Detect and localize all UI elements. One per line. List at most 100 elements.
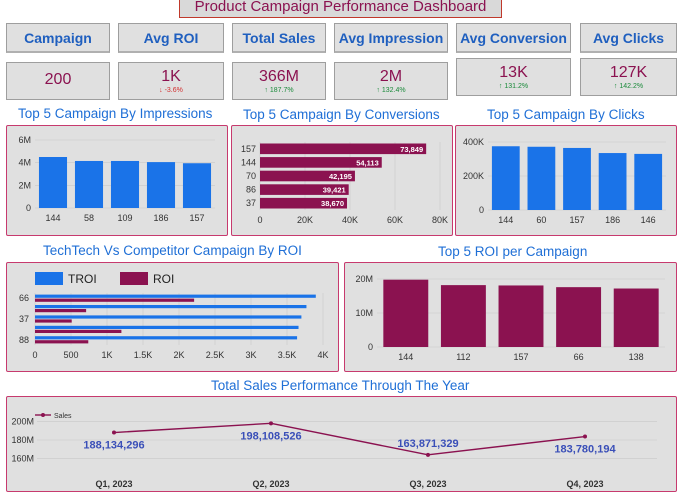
conversions-chart-title: Top 5 Campaign By Conversions bbox=[243, 107, 440, 122]
data-label: 198,108,526 bbox=[240, 430, 301, 442]
header-avg-roi: Avg ROI bbox=[118, 23, 224, 53]
sales-chart: 160M 180M 200M Sales 188,134,296 Q1, 2023 198,… bbox=[11, 413, 657, 489]
impressions-chart-panel: 0 2M 4M 6M 144 58 109 186 157 bbox=[6, 125, 228, 236]
bar bbox=[35, 336, 298, 340]
kpi-delta-value: 132.4% bbox=[381, 87, 406, 94]
x-tick-label: 144 bbox=[398, 352, 413, 362]
y-tick-label: 0 bbox=[26, 203, 31, 213]
x-tick-label: 1.5K bbox=[134, 350, 153, 360]
y-tick-label: 37 bbox=[19, 314, 29, 324]
series-line bbox=[113, 422, 586, 456]
x-tick-label: 157 bbox=[569, 215, 584, 225]
sales-chart-panel: 160M 180M 200M Sales 188,134,296 Q1, 2023 198,… bbox=[6, 396, 677, 492]
bar bbox=[491, 146, 520, 210]
header-campaign: Campaign bbox=[6, 23, 110, 53]
bar bbox=[35, 315, 302, 319]
clicks-chart-title: Top 5 Campaign By Clicks bbox=[487, 107, 645, 122]
competitor-chart: TROI ROI 0 500 1K 1.5K 2K 2.5K 3K 3.5K 4K 66 37 88 bbox=[19, 272, 329, 360]
x-tick-label: 40K bbox=[342, 215, 358, 225]
conversions-chart-panel: 0 20K 40K 60K 80K 157 73,849 144 54,113 70 42,195 8… bbox=[231, 125, 453, 236]
data-label: 163,871,329 bbox=[397, 438, 458, 450]
kpi-delta: ↑ 131.2% bbox=[498, 83, 529, 90]
bar bbox=[38, 157, 68, 208]
x-tick-label: 0 bbox=[257, 215, 262, 225]
kpi-value: 200 bbox=[44, 71, 72, 88]
legend-swatch bbox=[120, 272, 148, 285]
x-tick-label: 66 bbox=[574, 352, 584, 362]
legend-label: Sales bbox=[54, 413, 72, 420]
x-tick-label: 80K bbox=[432, 215, 448, 225]
kpi-delta-value: -3.6% bbox=[164, 87, 183, 94]
y-tick-label: 66 bbox=[19, 293, 29, 303]
x-tick-label: Q2, 2023 bbox=[252, 479, 289, 489]
data-label: 38,670 bbox=[321, 199, 344, 208]
y-tick-label: 86 bbox=[246, 185, 256, 195]
kpi-delta: ↑ 142.2% bbox=[613, 83, 644, 90]
y-tick-label: 37 bbox=[246, 198, 256, 208]
bar bbox=[598, 153, 627, 210]
clicks-chart-panel: 0 200K 400K 144 60 157 186 146 bbox=[455, 125, 677, 236]
y-tick-label: 4M bbox=[18, 158, 31, 168]
y-tick-label: 0 bbox=[479, 205, 484, 215]
kpi-value: 366M bbox=[258, 68, 300, 85]
x-tick-label: 60 bbox=[536, 215, 546, 225]
x-tick-label: Q3, 2023 bbox=[409, 479, 446, 489]
x-tick-label: Q4, 2023 bbox=[566, 479, 603, 489]
y-tick-label: 180M bbox=[11, 435, 34, 445]
bar bbox=[182, 163, 212, 208]
bar bbox=[35, 319, 72, 323]
bar bbox=[35, 329, 122, 333]
x-tick-label: 60K bbox=[387, 215, 403, 225]
bar bbox=[35, 340, 89, 344]
kpi-delta: ↑ 132.4% bbox=[376, 87, 406, 94]
competitor-chart-panel: TROI ROI 0 500 1K 1.5K 2K 2.5K 3K 3.5K 4K 66 37 88 bbox=[6, 262, 339, 372]
kpi-delta-value: 187.7% bbox=[269, 87, 294, 94]
x-tick-label: 58 bbox=[84, 213, 94, 223]
legend-swatch bbox=[35, 272, 63, 285]
x-tick-label: 144 bbox=[498, 215, 513, 225]
conversions-chart: 0 20K 40K 60K 80K 157 73,849 144 54,113 70 42,195 8… bbox=[241, 142, 448, 225]
kpi-value: 127K bbox=[609, 64, 648, 81]
data-point bbox=[583, 434, 587, 439]
x-tick-label: 2.5K bbox=[206, 350, 225, 360]
x-tick-label: 2K bbox=[173, 350, 184, 360]
y-tick-label: 400K bbox=[463, 137, 484, 147]
x-tick-label: 157 bbox=[513, 352, 528, 362]
bar bbox=[634, 153, 663, 210]
legend-label: ROI bbox=[153, 272, 174, 286]
bar bbox=[383, 279, 429, 347]
dashboard-title: Product Campaign Performance Dashboard bbox=[179, 0, 502, 18]
data-point bbox=[269, 421, 273, 426]
x-tick-label: 144 bbox=[45, 213, 60, 223]
header-avg-impression: Avg Impression bbox=[334, 23, 448, 53]
kpi-delta-value: 142.2% bbox=[619, 83, 644, 90]
data-point bbox=[112, 430, 116, 435]
sales-chart-title: Total Sales Performance Through The Year bbox=[211, 378, 470, 393]
y-tick-label: 0 bbox=[368, 342, 373, 352]
header-avg-clicks: Avg Clicks bbox=[580, 23, 677, 53]
kpi-delta: ↑ 187.7% bbox=[264, 87, 294, 94]
x-tick-label: 157 bbox=[189, 213, 204, 223]
x-tick-label: 4K bbox=[317, 350, 328, 360]
header-avg-conversion: Avg Conversion bbox=[456, 23, 571, 53]
kpi-value: 1K bbox=[161, 68, 181, 85]
kpi-avg-roi: 1K ↓ -3.6% bbox=[118, 62, 224, 100]
header-total-sales: Total Sales bbox=[232, 23, 326, 53]
clicks-chart: 0 200K 400K 144 60 157 186 146 bbox=[463, 137, 666, 225]
kpi-delta-value: 131.2% bbox=[504, 83, 529, 90]
kpi-total-sales: 366M ↑ 187.7% bbox=[232, 62, 326, 100]
roi-chart-title: Top 5 ROI per Campaign bbox=[438, 244, 588, 259]
legend-label: TROI bbox=[68, 272, 97, 286]
bar bbox=[35, 294, 316, 298]
x-tick-label: 186 bbox=[605, 215, 620, 225]
bar bbox=[35, 305, 307, 309]
x-tick-label: 186 bbox=[153, 213, 168, 223]
bar bbox=[498, 285, 544, 347]
x-tick-label: 500 bbox=[63, 350, 78, 360]
bar bbox=[563, 147, 591, 210]
y-tick-label: 10M bbox=[355, 308, 373, 318]
kpi-value: 2M bbox=[379, 68, 403, 85]
y-tick-label: 6M bbox=[18, 135, 31, 145]
competitor-chart-title: TechTech Vs Competitor Campaign By ROI bbox=[43, 243, 302, 258]
bar bbox=[35, 325, 299, 329]
